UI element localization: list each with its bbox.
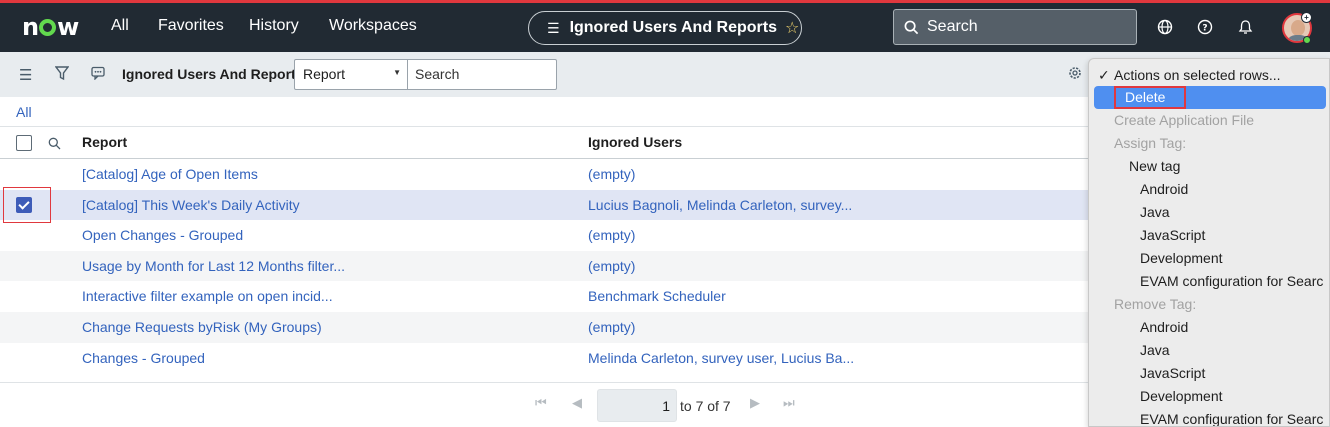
checkbox-highlight-box (3, 187, 51, 223)
first-page-icon[interactable]: ⏮ (535, 395, 547, 411)
context-title-pill[interactable]: ☰ Ignored Users And Reports ☆ (528, 11, 802, 45)
delete-highlight-box (1114, 86, 1186, 109)
filter-icon[interactable] (55, 66, 69, 81)
menu-item-label: Actions on selected rows... (1114, 67, 1281, 83)
menu-item-label: Development (1140, 250, 1223, 266)
menu-item-label: New tag (1129, 158, 1181, 174)
column-header-report[interactable]: Report (82, 134, 127, 150)
column-search-icon[interactable] (48, 137, 61, 150)
global-search[interactable]: Search (893, 9, 1137, 45)
search-field-select[interactable]: Report ▼ (294, 59, 408, 90)
menu-item-remove-android[interactable]: Android (1089, 316, 1329, 339)
menu-item-label: JavaScript (1140, 365, 1206, 381)
menu-item-assign-javascript[interactable]: JavaScript (1089, 224, 1329, 247)
avatar-badge-icon: + (1301, 12, 1312, 23)
menu-item-remove-java[interactable]: Java (1089, 339, 1329, 362)
menu-item-assign-android[interactable]: Android (1089, 178, 1329, 201)
gear-icon[interactable] (1067, 65, 1083, 81)
list-search-input[interactable]: Search (407, 59, 557, 90)
list-search-placeholder: Search (415, 66, 460, 82)
search-icon (904, 20, 919, 34)
column-header-ignored-users[interactable]: Ignored Users (588, 134, 682, 150)
menu-item-label: EVAM configuration for Searc (1140, 273, 1324, 289)
select-all-checkbox[interactable] (16, 135, 32, 151)
report-link[interactable]: Usage by Month for Last 12 Months filter… (82, 258, 345, 274)
menu-group-remove-tag: Remove Tag: (1089, 293, 1329, 316)
prev-page-icon[interactable]: ◀ (572, 395, 582, 411)
breadcrumb-all[interactable]: All (16, 104, 32, 120)
list-menu-icon: ☰ (547, 19, 560, 36)
actions-dropdown-menu: ✓ Actions on selected rows... Delete Cre… (1088, 58, 1330, 427)
menu-item-assign-java[interactable]: Java (1089, 201, 1329, 224)
bell-icon[interactable] (1238, 19, 1253, 35)
last-page-icon[interactable]: ⏭ (783, 395, 795, 411)
report-link[interactable]: Change Requests byRisk (My Groups) (82, 319, 322, 335)
list-title: Ignored Users And Reports (122, 66, 304, 82)
menu-item-label: Remove Tag: (1114, 296, 1197, 312)
menu-item-remove-evam[interactable]: EVAM configuration for Searc (1089, 408, 1329, 427)
star-icon[interactable]: ☆ (785, 18, 799, 38)
menu-item-label: Android (1140, 319, 1189, 335)
ignored-users-link[interactable]: (empty) (588, 227, 635, 243)
menu-item-actions-header[interactable]: ✓ Actions on selected rows... (1089, 64, 1329, 87)
menu-group-assign-tag: Assign Tag: (1089, 132, 1329, 155)
menu-item-delete[interactable]: Delete (1094, 86, 1326, 109)
report-link[interactable]: Interactive filter example on open incid… (82, 288, 333, 304)
ignored-users-link[interactable]: (empty) (588, 166, 635, 182)
nav-history[interactable]: History (249, 17, 299, 35)
ignored-users-link[interactable]: (empty) (588, 258, 635, 274)
menu-item-assign-evam[interactable]: EVAM configuration for Searc (1089, 270, 1329, 293)
menu-item-remove-javascript[interactable]: JavaScript (1089, 362, 1329, 385)
ignored-users-link[interactable]: (empty) (588, 319, 635, 335)
checkmark-icon: ✓ (1098, 67, 1110, 83)
menu-item-label: Assign Tag: (1114, 135, 1187, 151)
report-link[interactable]: Open Changes - Grouped (82, 227, 243, 243)
search-label: Search (927, 18, 978, 35)
globe-icon[interactable] (1157, 19, 1173, 35)
menu-item-label: Java (1140, 342, 1170, 358)
menu-item-new-tag[interactable]: New tag (1089, 155, 1329, 178)
presence-dot (1303, 36, 1311, 44)
report-link[interactable]: Changes - Grouped (82, 350, 205, 366)
menu-item-create-app-file: Create Application File (1089, 109, 1329, 132)
comment-icon[interactable] (91, 66, 105, 80)
menu-item-assign-development[interactable]: Development (1089, 247, 1329, 270)
page-input-value: 1 (662, 398, 670, 414)
context-title: Ignored Users And Reports (569, 19, 777, 36)
search-field-value: Report (303, 66, 346, 82)
menu-item-label: Java (1140, 204, 1170, 220)
top-nav: nw All Favorites History Workspaces ☰ Ig… (0, 0, 1330, 52)
menu-item-label: Development (1140, 388, 1223, 404)
nav-favorites[interactable]: Favorites (158, 17, 224, 35)
next-page-icon[interactable]: ▶ (750, 395, 760, 411)
servicenow-logo[interactable]: nw (22, 13, 79, 41)
ignored-users-link[interactable]: Lucius Bagnoli, Melinda Carleton, survey… (588, 197, 852, 213)
menu-item-label: JavaScript (1140, 227, 1206, 243)
menu-item-remove-development[interactable]: Development (1089, 385, 1329, 408)
help-icon[interactable]: ? (1197, 19, 1213, 35)
hamburger-icon[interactable]: ☰ (19, 66, 32, 84)
menu-item-label: Create Application File (1114, 112, 1255, 128)
menu-item-label: Android (1140, 181, 1189, 197)
page-input[interactable]: 1 (597, 389, 677, 422)
nav-all[interactable]: All (111, 17, 129, 35)
ignored-users-link[interactable]: Benchmark Scheduler (588, 288, 726, 304)
nav-workspaces[interactable]: Workspaces (329, 17, 417, 35)
svg-text:?: ? (1202, 24, 1207, 34)
dropdown-caret-icon: ▼ (393, 68, 401, 77)
ignored-users-link[interactable]: Melinda Carleton, survey user, Lucius Ba… (588, 350, 854, 366)
page-range-text: to 7 of 7 (680, 398, 731, 414)
menu-item-label: EVAM configuration for Searc (1140, 411, 1324, 427)
report-link[interactable]: [Catalog] Age of Open Items (82, 166, 258, 182)
report-link[interactable]: [Catalog] This Week's Daily Activity (82, 197, 300, 213)
